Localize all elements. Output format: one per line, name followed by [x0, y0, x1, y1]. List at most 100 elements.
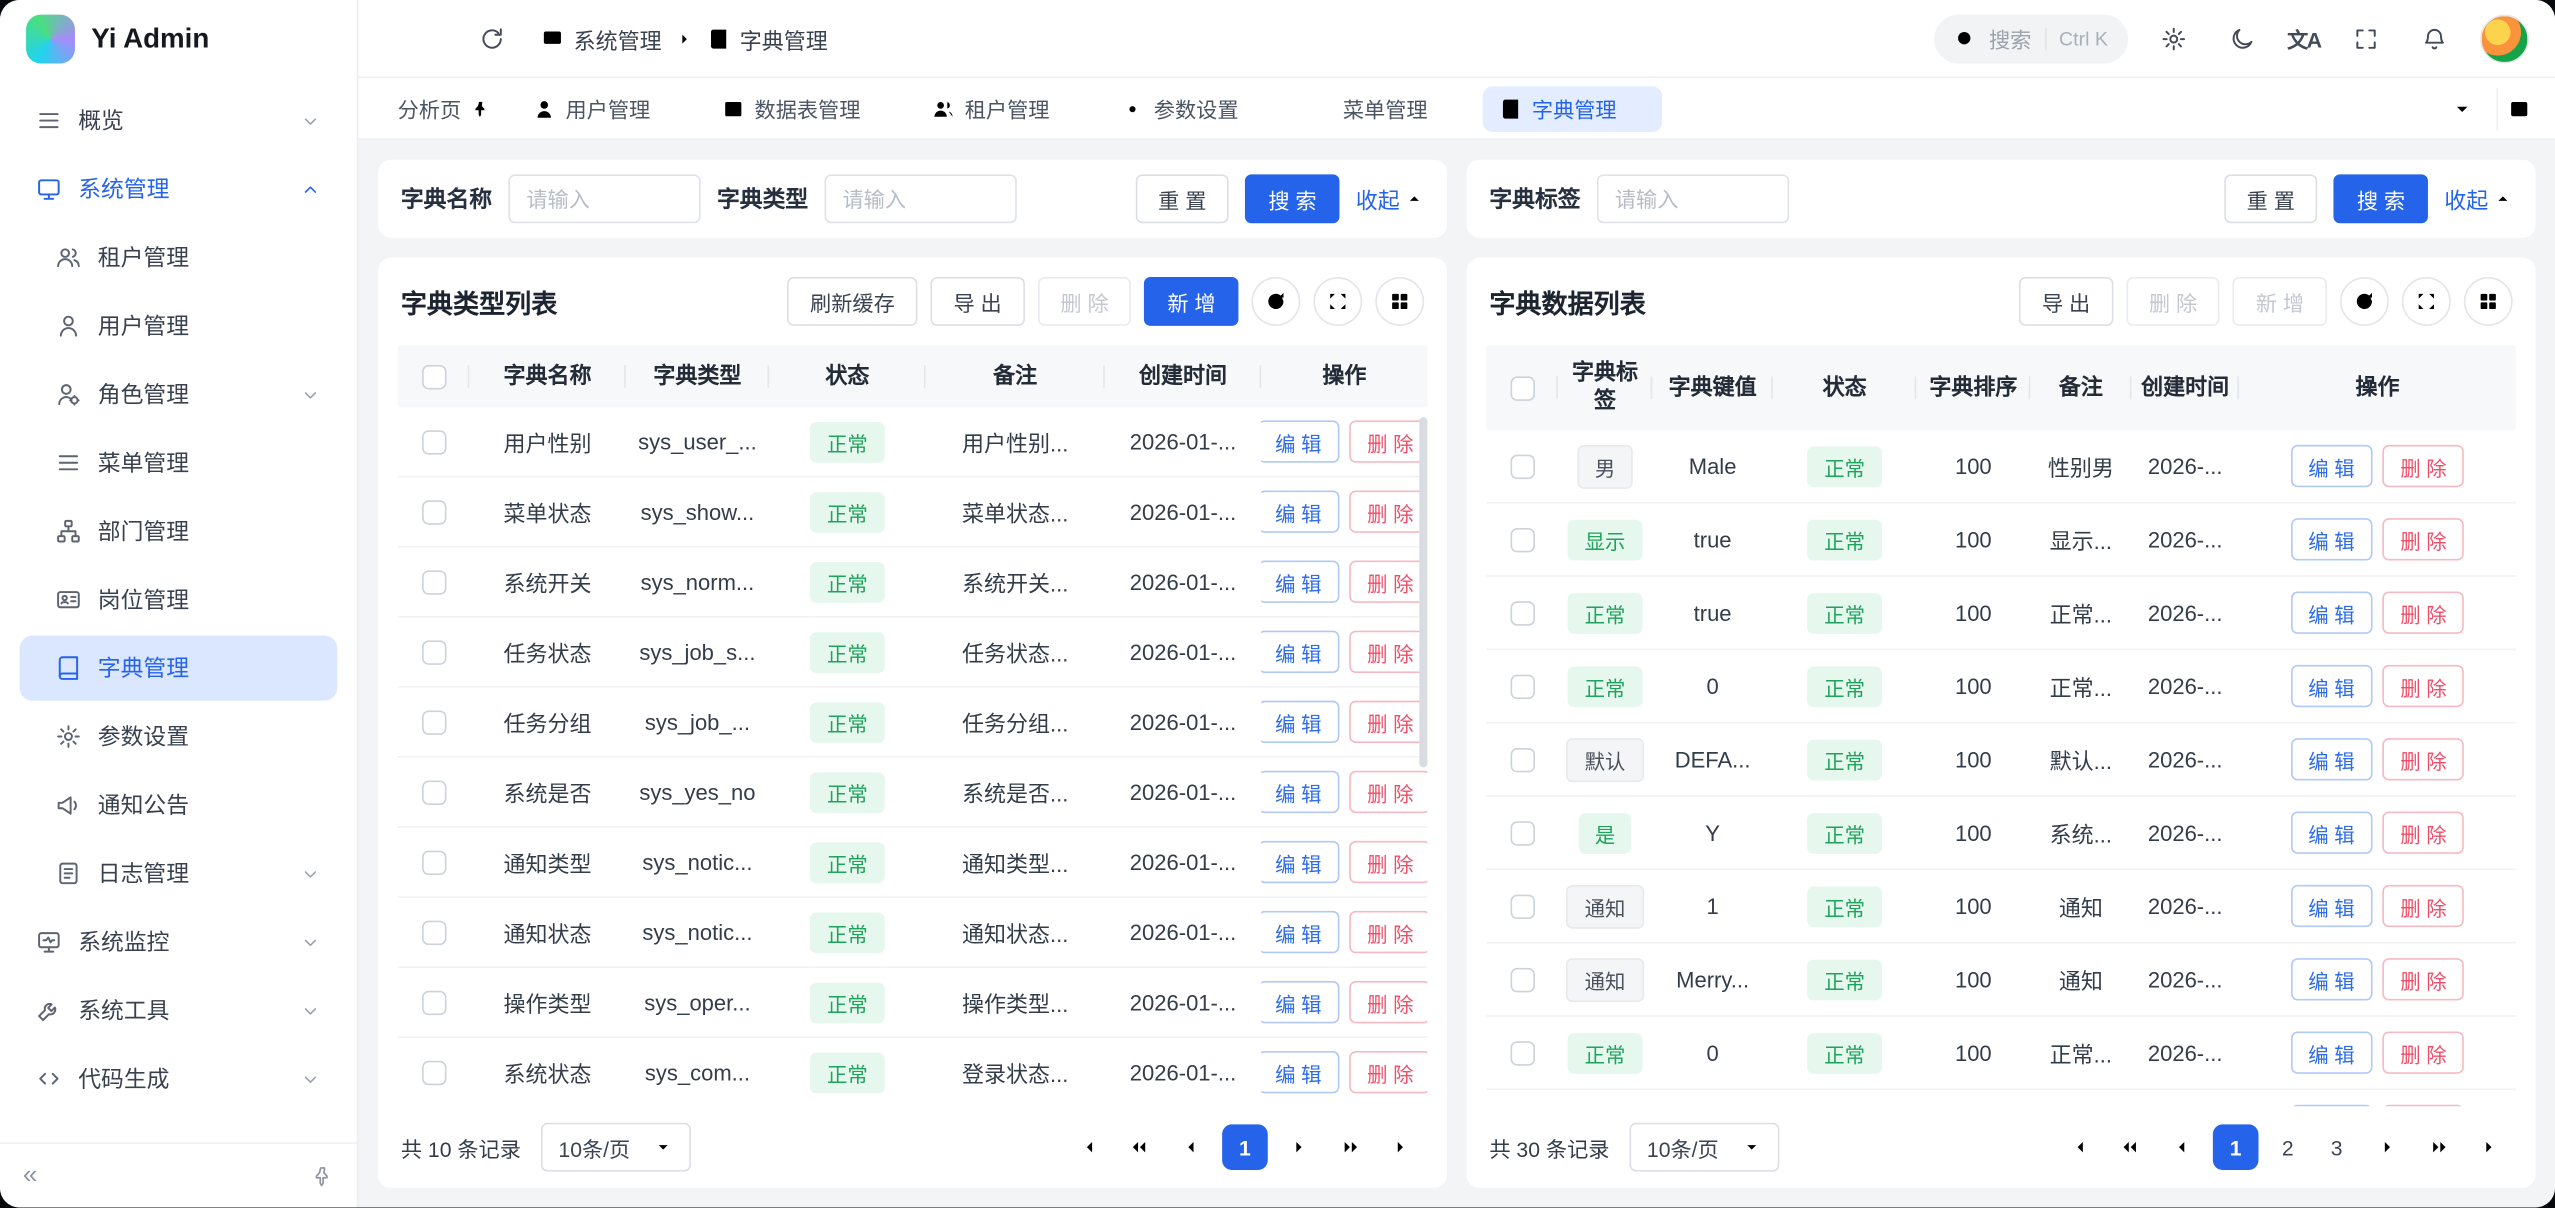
theme-toggle-button[interactable] — [2219, 15, 2265, 61]
close-icon[interactable] — [1059, 99, 1079, 119]
dict-label-input[interactable] — [1597, 174, 1789, 223]
global-search-input[interactable]: 搜索 Ctrl K — [1934, 14, 2128, 63]
close-icon[interactable] — [1248, 99, 1268, 119]
edit-button[interactable]: 编 辑 — [2290, 1031, 2372, 1073]
close-icon[interactable] — [870, 99, 890, 119]
prev-page-button[interactable] — [1170, 1126, 1212, 1168]
tab-menu-mgmt[interactable]: 菜单管理 — [1294, 86, 1473, 132]
row-checkbox[interactable] — [421, 780, 445, 804]
table-fullscreen-button[interactable] — [2402, 277, 2451, 326]
row-checkbox[interactable] — [421, 499, 445, 523]
sidebar-item-code-gen[interactable]: 代码生成 — [20, 1046, 338, 1111]
edit-button[interactable]: 编 辑 — [1261, 841, 1339, 883]
row-checkbox[interactable] — [421, 640, 445, 664]
delete-button[interactable]: 删 除 — [1349, 841, 1427, 883]
edit-button[interactable]: 编 辑 — [1261, 701, 1339, 743]
edit-button[interactable]: 编 辑 — [2290, 665, 2372, 707]
tab-datatable-mgmt[interactable]: 数据表管理 — [706, 86, 906, 132]
row-checkbox[interactable] — [421, 850, 445, 874]
settings-button[interactable] — [2150, 15, 2196, 61]
page-number[interactable]: 1 — [1222, 1124, 1268, 1170]
export-button[interactable]: 导 出 — [931, 277, 1025, 326]
row-checkbox[interactable] — [421, 1060, 445, 1084]
page-size-select[interactable]: 10条/页 — [540, 1123, 690, 1172]
tab-analysis[interactable]: 分析页 — [381, 86, 506, 132]
tabs-dropdown-button[interactable] — [2441, 87, 2483, 129]
first-page-button[interactable] — [2056, 1126, 2098, 1168]
table-refresh-button[interactable] — [2340, 277, 2389, 326]
delete-button[interactable]: 删 除 — [2382, 592, 2464, 634]
delete-button[interactable]: 删 除 — [2382, 665, 2464, 707]
edit-button[interactable]: 编 辑 — [1261, 420, 1339, 462]
close-icon[interactable] — [1626, 99, 1646, 119]
delete-button[interactable]: 删 除 — [1349, 981, 1427, 1023]
tab-tenant-mgmt[interactable]: 租户管理 — [916, 86, 1095, 132]
prev-5-pages-button[interactable] — [1118, 1126, 1160, 1168]
select-all-checkbox[interactable] — [1510, 376, 1534, 400]
fullscreen-button[interactable] — [2343, 15, 2389, 61]
delete-button[interactable]: 删 除 — [1038, 277, 1132, 326]
edit-button[interactable]: 编 辑 — [2290, 518, 2372, 560]
next-5-pages-button[interactable] — [1330, 1126, 1372, 1168]
delete-button[interactable]: 删 除 — [1349, 561, 1427, 603]
sidebar-item-log-mgmt[interactable]: 日志管理 — [20, 841, 338, 906]
edit-button[interactable]: 编 辑 — [1261, 490, 1339, 532]
column-settings-button[interactable] — [2464, 277, 2513, 326]
add-button[interactable]: 新 增 — [2233, 277, 2327, 326]
edit-button[interactable]: 编 辑 — [1261, 911, 1339, 953]
prev-page-button[interactable] — [2161, 1126, 2203, 1168]
row-checkbox[interactable] — [1510, 820, 1534, 844]
breadcrumb-item-dict[interactable]: 字典管理 — [707, 22, 828, 55]
delete-button[interactable]: 删 除 — [1349, 911, 1427, 953]
close-icon[interactable] — [1437, 99, 1457, 119]
sidebar-item-dept-mgmt[interactable]: 部门管理 — [20, 499, 338, 564]
row-checkbox[interactable] — [1510, 747, 1534, 771]
delete-button[interactable]: 删 除 — [2126, 277, 2220, 326]
table-fullscreen-button[interactable] — [1313, 277, 1362, 326]
refresh-cache-button[interactable]: 刷新缓存 — [787, 277, 917, 326]
column-settings-button[interactable] — [1375, 277, 1424, 326]
refresh-page-button[interactable] — [469, 15, 515, 61]
delete-button[interactable]: 删 除 — [2382, 738, 2464, 780]
reset-button[interactable]: 重 置 — [1135, 174, 1229, 223]
sidebar-item-dict-mgmt[interactable]: 字典管理 — [20, 636, 338, 701]
edit-button[interactable]: 编 辑 — [1261, 631, 1339, 673]
prev-5-pages-button[interactable] — [2109, 1126, 2151, 1168]
close-icon[interactable] — [660, 99, 680, 119]
row-checkbox[interactable] — [1510, 1040, 1534, 1064]
delete-button[interactable]: 删 除 — [2382, 1031, 2464, 1073]
delete-button[interactable]: 删 除 — [1349, 1051, 1427, 1093]
row-checkbox[interactable] — [421, 710, 445, 734]
sidebar-item-overview[interactable]: 概览 — [20, 88, 338, 153]
page-size-select[interactable]: 10条/页 — [1629, 1123, 1779, 1172]
delete-button[interactable]: 删 除 — [2382, 518, 2464, 560]
row-checkbox[interactable] — [421, 920, 445, 944]
last-page-button[interactable] — [2470, 1126, 2512, 1168]
edit-button[interactable]: 编 辑 — [2290, 1105, 2372, 1107]
table-refresh-button[interactable] — [1251, 277, 1300, 326]
delete-button[interactable]: 删 除 — [1349, 490, 1427, 532]
row-checkbox[interactable] — [1510, 600, 1534, 624]
search-button[interactable]: 搜 索 — [1246, 174, 1340, 223]
add-button[interactable]: 新 增 — [1145, 277, 1239, 326]
breadcrumb-item-system[interactable]: 系统管理 — [541, 22, 662, 55]
page-number[interactable]: 3 — [2317, 1124, 2356, 1170]
row-checkbox[interactable] — [1510, 894, 1534, 918]
tabs-layout-button[interactable] — [2496, 87, 2538, 129]
sidebar-collapse-button[interactable]: « — [23, 1161, 38, 1190]
dict-name-input[interactable] — [508, 174, 700, 223]
edit-button[interactable]: 编 辑 — [1261, 1051, 1339, 1093]
delete-button[interactable]: 删 除 — [2382, 811, 2464, 853]
row-checkbox[interactable] — [421, 990, 445, 1014]
edit-button[interactable]: 编 辑 — [2290, 445, 2372, 487]
next-page-button[interactable] — [2366, 1126, 2408, 1168]
reset-button[interactable]: 重 置 — [2224, 174, 2318, 223]
sidebar-item-param-settings[interactable]: 参数设置 — [20, 704, 338, 769]
page-number[interactable]: 1 — [2213, 1124, 2259, 1170]
language-button[interactable]: 文A — [2287, 23, 2320, 54]
app-logo[interactable]: Yi Admin — [0, 0, 357, 78]
scrollbar-thumb[interactable] — [1419, 417, 1427, 767]
sidebar-toggle-button[interactable] — [398, 15, 444, 61]
dict-type-input[interactable] — [825, 174, 1017, 223]
sidebar-item-system-tools[interactable]: 系统工具 — [20, 978, 338, 1043]
